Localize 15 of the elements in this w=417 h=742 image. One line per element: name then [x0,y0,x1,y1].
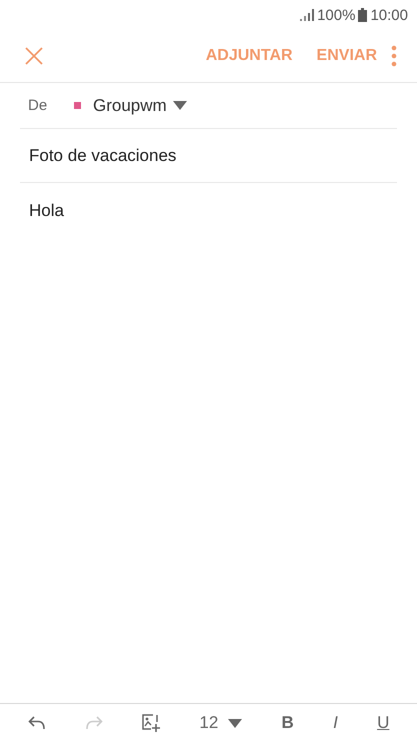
format-button[interactable]: B [276,711,300,735]
message-body-field[interactable]: Hola [20,201,397,703]
format-button[interactable]: U [371,711,396,735]
signal-icon [300,9,314,21]
dropdown-icon [228,718,242,728]
format-button[interactable]: I [327,711,344,735]
from-label: De [27,97,48,114]
dropdown-icon [172,101,187,110]
more-options-button[interactable] [389,43,399,69]
clock-time: 10:00 [370,6,408,24]
font-size-selector[interactable]: 12 [193,711,248,735]
account-selector[interactable]: Groupwm [74,96,187,116]
battery-percentage: 100% [317,6,356,24]
subject-field[interactable]: Foto de vacaciones [20,146,397,166]
battery-icon [358,8,368,22]
